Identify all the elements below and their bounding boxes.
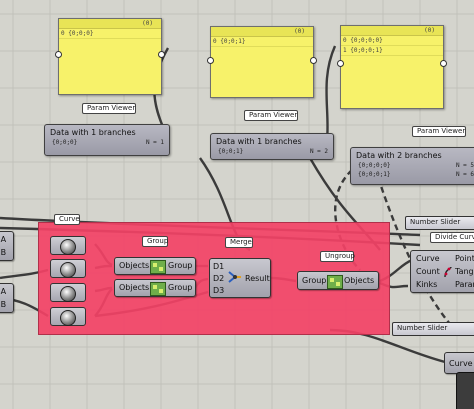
branch-count: N = 5	[455, 162, 474, 169]
divide-input-curve: Curve	[416, 254, 440, 263]
param-viewer-1[interactable]: Data with 1 branches N = 1 {0;0;0}	[44, 124, 170, 156]
group-icon	[150, 260, 166, 274]
ungroup-input-label: Group	[302, 276, 327, 285]
curve-icon	[60, 262, 76, 278]
panel-header: (0)	[59, 19, 161, 29]
merge-input-d3: D3	[213, 286, 225, 295]
wire	[325, 45, 337, 141]
ungroup-tag: Ungroup	[320, 251, 355, 262]
dark-component-edge[interactable]	[456, 372, 474, 409]
ungroup-icon	[327, 275, 343, 289]
param-viewer-title: Data with 1 branches	[50, 128, 136, 137]
merge-input-d1: D1	[213, 262, 225, 271]
param-viewer-title: Data with 1 branches	[216, 137, 302, 146]
left-component-2[interactable]: t A t B	[0, 283, 14, 313]
group-icon	[150, 282, 166, 296]
ungroup-output-label: Objects	[344, 276, 375, 285]
group-component-2[interactable]: Objects Group	[114, 279, 196, 297]
param-viewer-row: N = 6 {0;0;0;1}	[351, 169, 474, 178]
panel-header: (0)	[341, 26, 443, 36]
branch-path: {0;0;0;1}	[358, 171, 391, 178]
group-output-label: Group	[168, 283, 193, 292]
param-viewer-tag-1: Param Viewer	[82, 103, 136, 114]
merge-component[interactable]: D1 D2 D3 Result	[209, 258, 271, 298]
param-viewer-row: N = 5 {0;0;0;0}	[351, 160, 474, 169]
group-input-label: Objects	[119, 283, 150, 292]
group-tag: Group	[142, 236, 168, 247]
panel-1[interactable]: (0) 0 {0;0;0}	[55, 18, 165, 95]
curve-param-3[interactable]	[50, 283, 86, 302]
branch-count: N = 6	[455, 171, 474, 178]
merge-output-label: Result	[245, 274, 270, 283]
curve-param-1[interactable]	[50, 236, 86, 255]
group-component-1[interactable]: Objects Group	[114, 257, 196, 275]
divide-curve-component[interactable]: Curve Count Kinks Point Tange Paramete	[410, 250, 474, 293]
divide-curve-tag: Divide Curve	[430, 232, 474, 243]
curve-tag: Curve	[54, 214, 80, 225]
curve-component-bottom[interactable]: Curve	[444, 352, 474, 374]
panel-input-grip[interactable]	[55, 51, 62, 58]
param-viewer-2[interactable]: Data with 1 branches N = 2 {0;0;1}	[210, 133, 334, 160]
panel-header: (0)	[211, 27, 313, 37]
merge-input-d2: D2	[213, 274, 225, 283]
branch-path: {0;0;1}	[218, 148, 244, 155]
branch-path: {0;0;0;0}	[358, 162, 391, 169]
divide-input-count: Count	[416, 267, 440, 276]
curve-icon	[60, 310, 76, 326]
left-output-b: t B	[0, 300, 7, 309]
panel-3[interactable]: (0) 0 {0;0;0;0} 1 {0;0;0;1}	[337, 25, 447, 109]
param-viewer-row: N = 2 {0;0;1}	[211, 146, 333, 155]
panel-input-grip[interactable]	[207, 57, 214, 64]
number-slider-bottom[interactable]: Number Slider	[392, 322, 474, 336]
curve-input-label: Curve	[449, 359, 473, 368]
left-output-b: t B	[0, 248, 7, 257]
group-input-label: Objects	[119, 261, 150, 270]
branch-count: N = 1	[145, 139, 164, 146]
curve-icon	[60, 286, 76, 302]
panel-2[interactable]: (0) 0 {0;0;1}	[207, 26, 317, 98]
param-viewer-title: Data with 2 branches	[356, 151, 442, 160]
param-viewer-3[interactable]: Data with 2 branches N = 5 {0;0;0;0} N = …	[350, 147, 474, 185]
panel-output-grip[interactable]	[310, 57, 317, 64]
merge-icon	[228, 271, 241, 283]
param-viewer-row: N = 1 {0;0;0}	[45, 137, 169, 146]
panel-row: 0 {0;0;0;0}	[341, 36, 443, 46]
divide-input-kinks: Kinks	[416, 280, 438, 289]
left-output-a: t A	[0, 235, 7, 244]
grasshopper-canvas[interactable]: (0) 0 {0;0;0} (0) 0 {0;0;1} (0) 0 {0;0;0…	[0, 0, 474, 409]
panel-row: 0 {0;0;1}	[211, 37, 313, 47]
curve-icon	[60, 239, 76, 255]
merge-tag: Merge	[225, 237, 253, 248]
divide-output-point: Point	[455, 254, 474, 263]
panel-row: 1 {0;0;0;1}	[341, 46, 443, 56]
ungroup-component[interactable]: Group Objects	[297, 271, 379, 290]
panel-row: 0 {0;0;0}	[59, 29, 161, 39]
group-output-label: Group	[168, 261, 193, 270]
param-viewer-tag-2: Param Viewer	[244, 110, 298, 121]
curve-param-2[interactable]	[50, 259, 86, 278]
param-viewer-tag-3: Param Viewer	[412, 126, 466, 137]
divide-curve-icon	[444, 266, 452, 278]
number-slider-top[interactable]: Number Slider	[405, 216, 474, 230]
left-output-a: t A	[0, 287, 7, 296]
divide-output-parameter: Paramete	[455, 280, 474, 289]
left-component-1[interactable]: t A t B	[0, 231, 14, 261]
panel-output-grip[interactable]	[440, 60, 447, 67]
branch-path: {0;0;0}	[52, 139, 78, 146]
panel-output-grip[interactable]	[158, 51, 165, 58]
curve-param-4[interactable]	[50, 307, 86, 326]
number-slider-label: Number Slider	[410, 218, 461, 226]
panel-input-grip[interactable]	[337, 60, 344, 67]
number-slider-label: Number Slider	[397, 324, 448, 332]
divide-output-tangent: Tange	[455, 267, 474, 276]
branch-count: N = 2	[309, 148, 328, 155]
